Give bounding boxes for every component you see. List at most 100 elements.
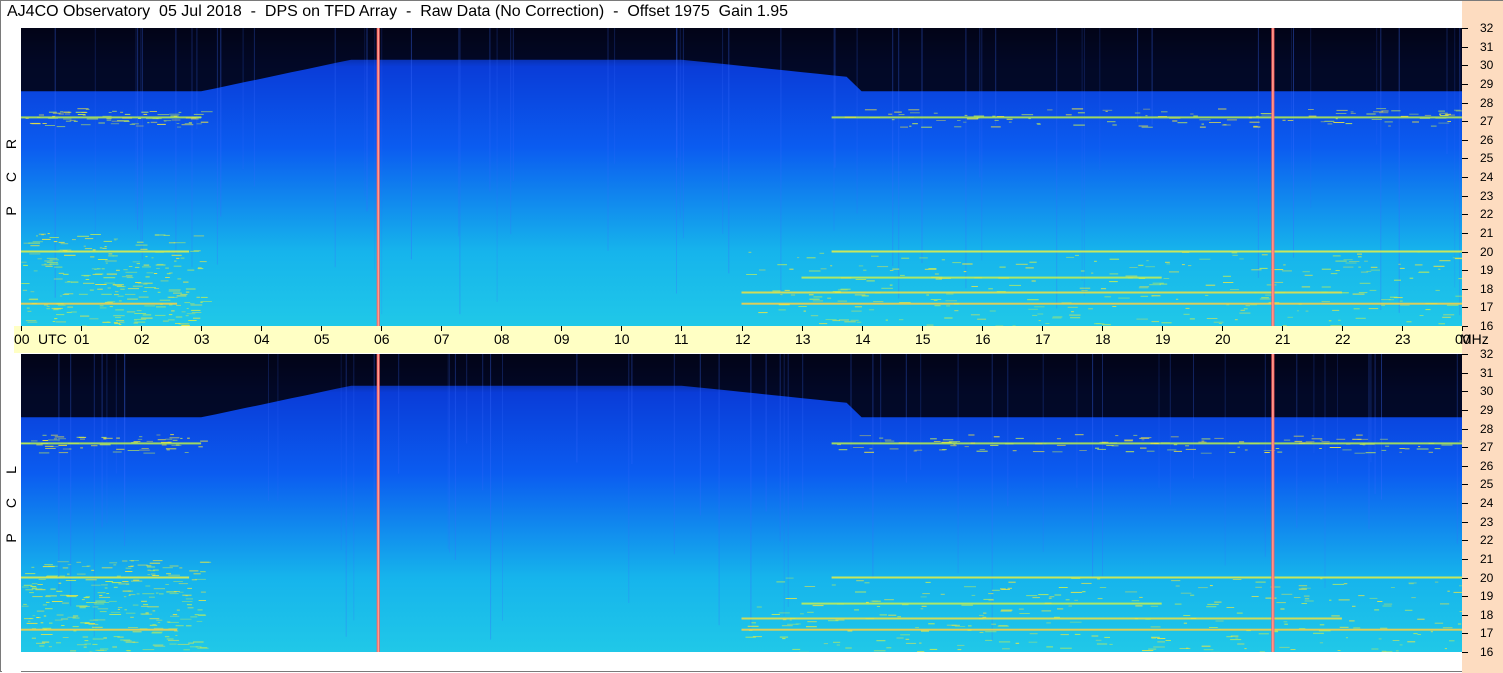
signal-speckle bbox=[24, 618, 34, 619]
signal-speckle bbox=[1306, 311, 1309, 312]
signal-speckle bbox=[1181, 593, 1192, 594]
signal-speckle bbox=[196, 646, 202, 647]
signal-speckle bbox=[58, 561, 69, 562]
signal-speckle bbox=[1319, 448, 1322, 449]
signal-speckle bbox=[777, 264, 787, 265]
signal-speckle bbox=[166, 448, 176, 449]
noise-column bbox=[1102, 354, 1103, 576]
signal-speckle bbox=[1346, 263, 1357, 264]
signal-speckle bbox=[62, 603, 69, 604]
signal-speckle bbox=[928, 623, 935, 624]
signal-speckle bbox=[1333, 584, 1345, 585]
signal-speckle bbox=[125, 571, 132, 572]
signal-speckle bbox=[1443, 314, 1454, 315]
signal-speckle bbox=[1125, 591, 1137, 592]
signal-speckle bbox=[186, 315, 189, 316]
noise-column bbox=[346, 354, 347, 637]
signal-speckle bbox=[44, 261, 52, 262]
signal-speckle bbox=[1142, 650, 1153, 651]
signal-speckle bbox=[1029, 262, 1036, 263]
noise-column bbox=[1193, 354, 1194, 478]
signal-speckle bbox=[119, 324, 122, 325]
noise-column bbox=[489, 28, 490, 192]
signal-speckle bbox=[1239, 313, 1250, 314]
signal-speckle bbox=[1218, 629, 1220, 630]
signal-speckle bbox=[187, 270, 194, 271]
mhz-tick bbox=[1462, 633, 1468, 634]
noise-column bbox=[614, 28, 615, 164]
noise-column bbox=[55, 28, 56, 298]
signal-speckle bbox=[807, 257, 816, 258]
signal-speckle bbox=[70, 650, 76, 651]
signal-speckle bbox=[133, 605, 139, 606]
signal-speckle bbox=[147, 122, 149, 123]
signal-speckle bbox=[1399, 452, 1402, 453]
signal-speckle bbox=[977, 451, 988, 452]
noise-column bbox=[722, 28, 723, 234]
signal-speckle bbox=[949, 441, 960, 442]
signal-speckle bbox=[1379, 112, 1388, 113]
mhz-tick bbox=[1462, 466, 1468, 467]
noise-column bbox=[1007, 354, 1008, 506]
signal-speckle bbox=[1349, 261, 1360, 262]
noise-column bbox=[497, 28, 498, 302]
signal-speckle bbox=[1425, 309, 1430, 310]
signal-speckle bbox=[1291, 649, 1296, 650]
mhz-unit-label: MHz bbox=[1460, 332, 1489, 346]
signal-speckle bbox=[64, 293, 73, 294]
signal-speckle bbox=[137, 310, 142, 311]
signal-speckle bbox=[1098, 598, 1103, 599]
signal-speckle bbox=[1445, 115, 1455, 116]
mhz-tick bbox=[1462, 522, 1468, 523]
signal-speckle bbox=[1046, 646, 1053, 647]
signal-speckle bbox=[1101, 288, 1106, 289]
signal-speckle bbox=[177, 127, 181, 128]
signal-speckle bbox=[819, 323, 827, 324]
signal-speckle bbox=[813, 300, 823, 301]
signal-speckle bbox=[790, 620, 792, 621]
signal-speckle bbox=[1152, 321, 1160, 322]
time-marker-core bbox=[1272, 354, 1273, 652]
signal-speckle bbox=[200, 571, 206, 572]
signal-speckle bbox=[49, 646, 52, 647]
signal-speckle bbox=[80, 447, 83, 448]
signal-speckle bbox=[922, 606, 927, 607]
signal-speckle bbox=[187, 313, 196, 314]
signal-speckle bbox=[1094, 323, 1101, 324]
signal-speckle bbox=[155, 235, 165, 236]
signal-speckle bbox=[1308, 109, 1314, 110]
noise-column bbox=[788, 354, 789, 607]
signal-speckle bbox=[1441, 445, 1452, 446]
signal-speckle bbox=[1343, 267, 1353, 268]
signal-speckle bbox=[1322, 269, 1331, 270]
signal-speckle bbox=[1333, 122, 1344, 123]
signal-speckle bbox=[1110, 273, 1119, 274]
signal-speckle bbox=[1219, 323, 1222, 324]
signal-speckle bbox=[837, 444, 841, 445]
signal-speckle bbox=[1351, 113, 1356, 114]
signal-speckle bbox=[946, 294, 953, 295]
signal-speckle bbox=[53, 321, 55, 322]
signal-speckle bbox=[70, 120, 76, 121]
signal-speckle bbox=[175, 635, 177, 636]
utc-tick-label: 12 bbox=[735, 332, 751, 346]
signal-speckle bbox=[117, 576, 121, 577]
signal-speckle bbox=[999, 641, 1010, 642]
signal-speckle bbox=[1106, 111, 1108, 112]
signal-speckle bbox=[1028, 309, 1038, 310]
signal-speckle bbox=[1128, 278, 1133, 279]
signal-speckle bbox=[38, 584, 43, 585]
signal-speckle bbox=[1139, 126, 1149, 127]
signal-speckle bbox=[79, 294, 88, 295]
signal-speckle bbox=[972, 595, 976, 596]
signal-speckle bbox=[1054, 617, 1060, 618]
signal-speckle bbox=[1142, 127, 1153, 128]
signal-speckle bbox=[174, 266, 182, 267]
signal-speckle bbox=[982, 617, 986, 618]
signal-speckle bbox=[890, 285, 893, 286]
signal-speckle bbox=[109, 253, 113, 254]
signal-speckle bbox=[1207, 604, 1218, 605]
signal-speckle bbox=[54, 438, 57, 439]
signal-speckle bbox=[1411, 597, 1416, 598]
signal-speckle bbox=[170, 437, 180, 438]
